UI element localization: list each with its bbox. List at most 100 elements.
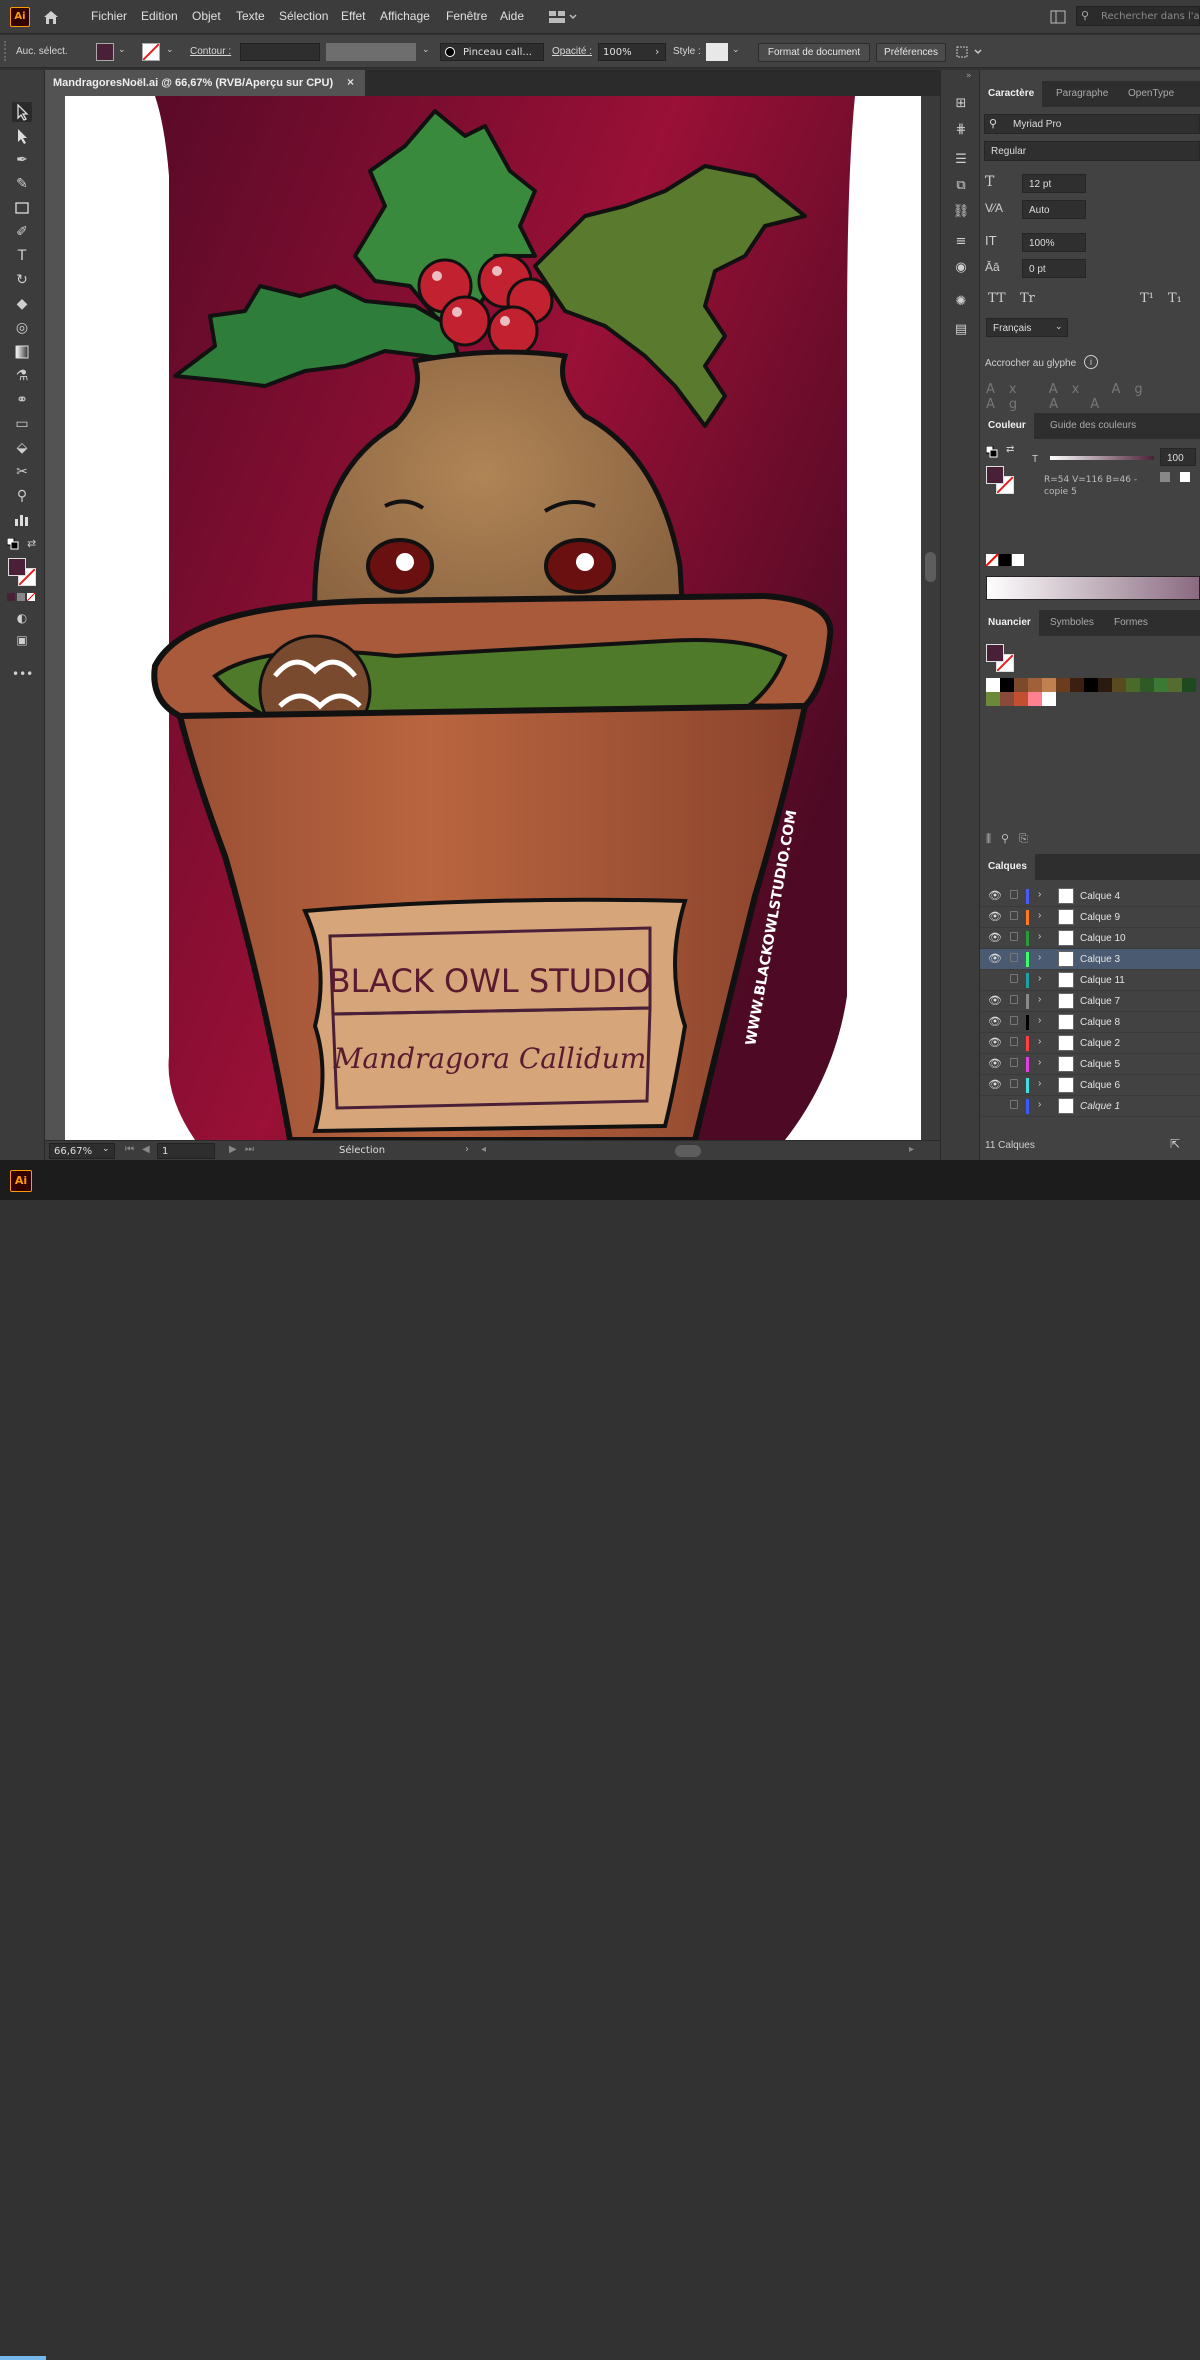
fill-swatch[interactable] [96,43,114,61]
more-tools-icon[interactable]: ••• [12,664,33,684]
layer-name[interactable]: Calque 1 [1080,1101,1120,1112]
swatch-chip[interactable] [1140,678,1154,692]
layer-row[interactable]: 👁 › Calque 9 [980,907,1200,928]
transparency-icon[interactable]: ▤ [951,320,971,340]
direct-selection-tool-icon[interactable] [12,126,32,146]
color-spectrum[interactable] [986,576,1200,600]
menu-effet[interactable]: Effet [341,9,365,23]
swatch-chip[interactable] [1000,692,1014,706]
collapse-icon[interactable]: » [966,71,972,81]
layer-row[interactable]: 👁 › Calque 8 [980,1012,1200,1033]
tab-formes[interactable]: Formes [1114,610,1148,636]
document-tab[interactable]: MandragoresNoël.ai @ 66,67% (RVB/Aperçu … [45,70,365,96]
help-search-input[interactable]: Rechercher dans l'aide [1101,11,1200,22]
scale-field[interactable]: 100% [1022,233,1086,252]
lock-icon[interactable] [1010,974,1018,983]
fill-color-box[interactable] [8,558,26,576]
layer-row[interactable]: 👁 › Calque 5 [980,1054,1200,1075]
zoom-field[interactable]: 66,67% ⌄ [49,1143,115,1159]
swatch-chip[interactable] [1000,678,1014,692]
visibility-eye-icon[interactable]: 👁 [988,1036,1002,1049]
tab-opentype[interactable]: OpenType [1128,81,1174,107]
visibility-eye-icon[interactable]: 👁 [988,994,1002,1007]
last-page-icon[interactable]: ⏭ [245,1144,254,1155]
font-size-field[interactable]: 12 pt [1022,174,1086,193]
lock-icon[interactable] [1010,1037,1018,1046]
swatch-chip[interactable] [1098,678,1112,692]
close-tab-icon[interactable]: × [347,75,354,89]
stroke-none-swatch[interactable] [142,43,160,61]
layer-row[interactable]: 👁 › Calque 10 [980,928,1200,949]
layer-name[interactable]: Calque 9 [1080,912,1120,923]
lock-icon[interactable] [1010,911,1018,920]
taskbar-illustrator-icon[interactable]: Ai [10,1170,32,1192]
swatch-chip[interactable] [1014,678,1028,692]
layer-row[interactable]: 👁 › Calque 7 [980,991,1200,1012]
artboards-icon[interactable]: ⊞ [951,94,971,114]
blend-tool-icon[interactable]: ⚭ [12,390,32,410]
align-icon[interactable]: ☰ [951,150,971,170]
pen-tool-icon[interactable]: ✒ [12,150,32,170]
expand-chevron-icon[interactable]: › [1038,910,1041,921]
chevron-down-icon[interactable]: ⌄ [166,45,174,55]
canvas-vertical-scrollbar[interactable] [921,96,940,1140]
swatch-chip[interactable] [1028,692,1042,706]
expand-chevron-icon[interactable]: › [1038,994,1041,1005]
superscript-button[interactable]: T¹ [1140,291,1154,306]
menu-texte[interactable]: Texte [236,9,265,23]
first-page-icon[interactable]: ⏮ [125,1144,134,1155]
live-paint-bucket-icon[interactable]: ⬙ [12,438,32,458]
default-colors-icon[interactable] [6,537,19,550]
layer-name[interactable]: Calque 10 [1080,933,1126,944]
warp-tool-icon[interactable]: ◎ [12,318,32,338]
contour-label[interactable]: Contour : [190,46,231,57]
lock-icon[interactable] [1010,1016,1018,1025]
shaper-tool-icon[interactable]: ✐ [12,222,32,242]
help-search-box[interactable]: ⚲ Rechercher dans l'aide [1076,6,1200,26]
swatch-chip[interactable] [1084,678,1098,692]
rectangle-tool-icon[interactable] [12,198,32,218]
web-safe-icon[interactable] [1180,472,1190,482]
expand-chevron-icon[interactable]: › [1038,1057,1041,1068]
layer-name[interactable]: Calque 8 [1080,1017,1120,1028]
subscript-button[interactable]: T₁ [1168,291,1182,306]
glyph-snap-buttons[interactable]: Ax Ax Ag Ag A A [986,382,1196,412]
lock-icon[interactable] [1010,1058,1018,1067]
prev-page-icon[interactable]: ◀ [142,1144,150,1155]
menu-fichier[interactable]: Fichier [91,9,127,23]
expand-chevron-icon[interactable]: › [1038,973,1041,984]
page-field[interactable]: 1 [157,1143,215,1159]
lock-icon[interactable] [1010,953,1018,962]
swatch-chip[interactable] [1028,678,1042,692]
appearance-icon[interactable]: ◉ [951,258,971,278]
swatch-fill-box[interactable] [986,644,1004,662]
swatch-chip[interactable] [1014,692,1028,706]
leading-field[interactable]: Auto [1022,200,1086,219]
swatch-chip[interactable] [1042,692,1056,706]
graph-tool-icon[interactable] [12,510,32,530]
draw-mode-icon[interactable]: ◐ [12,608,32,628]
screen-mode-icon[interactable]: ▣ [12,630,32,650]
stroke-icon[interactable]: ≡ [951,232,971,252]
tab-guide-couleurs[interactable]: Guide des couleurs [1050,413,1136,439]
canvas-area[interactable]: BLACK OWL STUDIO Mandragora Callidum WWW… [45,96,921,1140]
expand-chevron-icon[interactable]: › [1038,952,1041,963]
tab-nuancier[interactable]: Nuancier [980,610,1039,636]
export-icon[interactable]: ⇱ [1170,1137,1180,1151]
all-caps-button[interactable]: TT [988,291,1006,306]
eraser-tool-icon[interactable]: ◆ [12,294,32,314]
rotate-tool-icon[interactable]: ↻ [12,270,32,290]
swatch-chip[interactable] [986,678,1000,692]
layer-name[interactable]: Calque 11 [1080,975,1125,986]
status-arrow-icon[interactable]: › [465,1144,469,1155]
visibility-eye-icon[interactable]: 👁 [988,952,1002,965]
tab-caractere[interactable]: Caractère [980,81,1043,107]
language-dropdown[interactable]: Français ⌄ [986,318,1068,337]
swap-colors-icon[interactable]: ⇄ [27,537,39,550]
chevron-down-icon[interactable]: ⌄ [118,45,126,55]
visibility-eye-icon[interactable]: 👁 [988,889,1002,902]
chevron-down-icon[interactable]: ⌄ [102,1144,110,1154]
chevron-right-icon[interactable]: › [655,45,659,58]
opacity-label[interactable]: Opacité : [552,46,592,57]
scroll-thumb[interactable] [925,552,936,582]
